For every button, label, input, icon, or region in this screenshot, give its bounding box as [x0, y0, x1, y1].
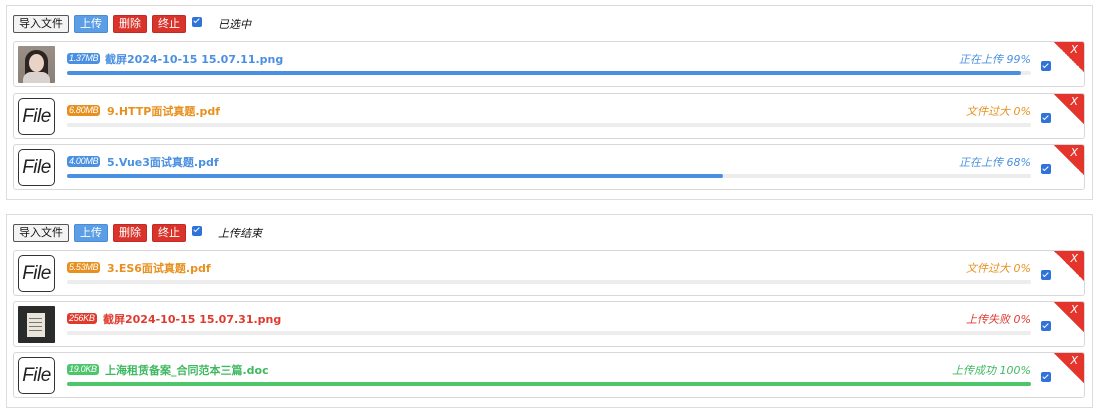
- remove-file-button[interactable]: X: [1054, 94, 1084, 124]
- file-size-badge: 19.0KB: [67, 364, 99, 375]
- progress-track: [67, 331, 1031, 335]
- file-checkbox[interactable]: [1041, 113, 1051, 123]
- file-size-badge: 256KB: [67, 313, 97, 324]
- stop-button[interactable]: 终止: [152, 14, 186, 33]
- file-size-badge: 5.53MB: [67, 262, 101, 273]
- file-size-badge: 1.37MB: [67, 53, 101, 64]
- file-name: 3.ES6面试真题.pdf: [107, 262, 211, 275]
- file-row: File 4.00MB 5.Vue3面试真题.pdf 正在上传 68% X: [13, 144, 1085, 190]
- file-name: 截屏2024-10-15 15.07.11.png: [105, 53, 284, 66]
- close-icon: X: [1070, 43, 1078, 56]
- file-checkbox[interactable]: [1041, 164, 1051, 174]
- close-icon: X: [1070, 303, 1078, 316]
- remove-file-button[interactable]: X: [1054, 145, 1084, 175]
- file-icon: File: [18, 357, 55, 394]
- upload-panel-2: 导入文件 上传 删除 终止 上传结束 File 5.53MB 3.ES6面试真题…: [6, 214, 1093, 408]
- import-file-button[interactable]: 导入文件: [13, 14, 69, 33]
- upload-state: 上传成功 100%: [952, 364, 1031, 377]
- file-icon: File: [18, 255, 55, 292]
- file-size-badge: 4.00MB: [67, 156, 101, 167]
- stop-button[interactable]: 终止: [152, 223, 186, 242]
- file-icon: File: [18, 98, 55, 135]
- file-checkbox[interactable]: [1041, 61, 1051, 71]
- panel-status: 已选中: [218, 17, 251, 31]
- image-thumbnail: [18, 46, 55, 83]
- remove-file-button[interactable]: X: [1054, 42, 1084, 72]
- progress-fill: [67, 174, 723, 178]
- upload-state: 文件过大 0%: [966, 105, 1031, 118]
- delete-button[interactable]: 删除: [113, 14, 147, 33]
- close-icon: X: [1070, 252, 1078, 265]
- file-name: 5.Vue3面试真题.pdf: [107, 156, 219, 169]
- select-all-checkbox[interactable]: [192, 225, 202, 236]
- toolbar: 导入文件 上传 删除 终止 已选中: [13, 14, 251, 33]
- progress-track: [67, 280, 1031, 284]
- file-row: File 5.53MB 3.ES6面试真题.pdf 文件过大 0% X: [13, 250, 1085, 296]
- close-icon: X: [1070, 95, 1078, 108]
- remove-file-button[interactable]: X: [1054, 251, 1084, 281]
- close-icon: X: [1070, 354, 1078, 367]
- panel-status: 上传结束: [218, 226, 262, 240]
- upload-button[interactable]: 上传: [74, 14, 108, 33]
- file-icon: File: [18, 149, 55, 186]
- image-thumbnail: [18, 306, 55, 343]
- progress-track: [67, 382, 1031, 386]
- progress-fill: [67, 71, 1022, 75]
- progress-track: [67, 174, 1031, 178]
- progress-fill: [67, 382, 1031, 386]
- close-icon: X: [1070, 146, 1078, 159]
- select-all-checkbox[interactable]: [192, 16, 202, 27]
- upload-state: 上传失败 0%: [966, 313, 1031, 326]
- progress-track: [67, 123, 1031, 127]
- file-checkbox[interactable]: [1041, 321, 1051, 331]
- remove-file-button[interactable]: X: [1054, 302, 1084, 332]
- upload-state: 正在上传 68%: [959, 156, 1031, 169]
- upload-panel-1: 导入文件 上传 删除 终止 已选中 1.37MB 截屏2024-10-15 15…: [6, 5, 1093, 200]
- file-row: 1.37MB 截屏2024-10-15 15.07.11.png 正在上传 99…: [13, 41, 1085, 87]
- toolbar: 导入文件 上传 删除 终止 上传结束: [13, 223, 262, 242]
- file-row: 256KB 截屏2024-10-15 15.07.31.png 上传失败 0% …: [13, 301, 1085, 347]
- file-name: 上海租赁备案_合同范本三篇.doc: [105, 364, 269, 377]
- upload-button[interactable]: 上传: [74, 223, 108, 242]
- import-file-button[interactable]: 导入文件: [13, 223, 69, 242]
- file-row: File 19.0KB 上海租赁备案_合同范本三篇.doc 上传成功 100% …: [13, 352, 1085, 398]
- file-checkbox[interactable]: [1041, 270, 1051, 280]
- file-size-badge: 6.80MB: [67, 105, 101, 116]
- upload-state: 正在上传 99%: [959, 53, 1031, 66]
- file-name: 截屏2024-10-15 15.07.31.png: [103, 313, 282, 326]
- delete-button[interactable]: 删除: [113, 223, 147, 242]
- file-checkbox[interactable]: [1041, 372, 1051, 382]
- file-row: File 6.80MB 9.HTTP面试真题.pdf 文件过大 0% X: [13, 93, 1085, 139]
- progress-track: [67, 71, 1031, 75]
- file-name: 9.HTTP面试真题.pdf: [107, 105, 221, 118]
- remove-file-button[interactable]: X: [1054, 353, 1084, 383]
- upload-state: 文件过大 0%: [966, 262, 1031, 275]
